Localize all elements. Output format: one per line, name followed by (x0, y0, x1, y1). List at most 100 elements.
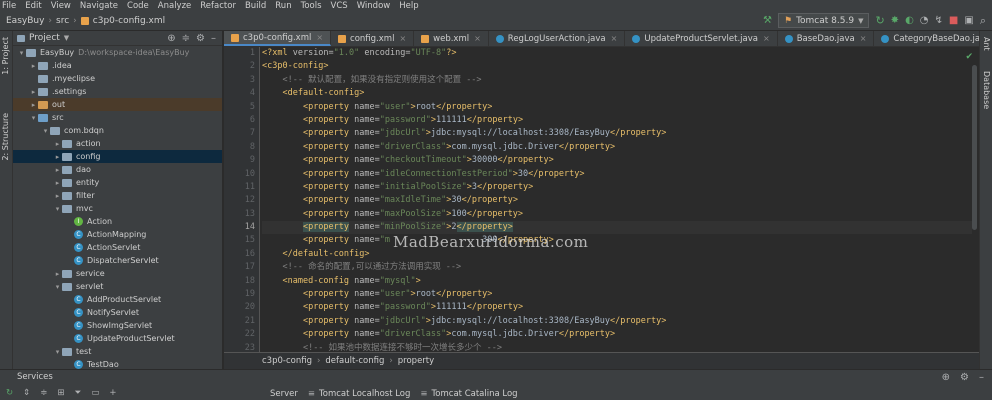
tree-item[interactable]: ▸ filter (13, 189, 222, 202)
chevron-right-icon[interactable]: ▸ (53, 166, 62, 174)
code-line[interactable]: <?xml version="1.0" encoding="UTF-8"?> (262, 47, 972, 60)
editor-tab[interactable]: web.xml × (414, 31, 489, 46)
line-number[interactable]: 8 (224, 141, 259, 154)
code-line[interactable]: <property name="idleConnectionTestPeriod… (262, 168, 972, 181)
locate-icon[interactable]: ⊕ (167, 33, 175, 44)
code-line[interactable]: <property name="checkoutTimeout">30000</… (262, 154, 972, 167)
rerun-icon[interactable]: ↻ (6, 388, 13, 398)
line-number[interactable]: 7 (224, 127, 259, 140)
menu-item-tools[interactable]: Tools (301, 1, 322, 11)
code-line[interactable]: <property name="maxIdleTime">30</propert… (262, 194, 972, 207)
menu-item-build[interactable]: Build (245, 1, 266, 11)
line-number[interactable]: 5 (224, 101, 259, 114)
crumb-project[interactable]: EasyBuy (6, 16, 44, 26)
code-line[interactable]: <property name="user">root</property> (262, 288, 972, 301)
line-number[interactable]: 6 (224, 114, 259, 127)
inspection-ok-icon[interactable]: ✔ (965, 52, 973, 62)
line-number[interactable]: 3 (224, 74, 259, 87)
tree-item[interactable]: ▾ src (13, 111, 222, 124)
line-number[interactable]: 13 (224, 208, 259, 221)
breadcrumb-property[interactable]: property (398, 356, 434, 366)
globe-icon[interactable]: ⊕ (942, 372, 950, 383)
code-line[interactable]: <property name="driverClass">com.mysql.j… (262, 141, 972, 154)
tree-item[interactable]: ▸ .idea (13, 59, 222, 72)
code-line[interactable]: <!-- 命名的配置,可以通过方法调用实现 --> (262, 261, 972, 274)
line-number[interactable]: 2 (224, 60, 259, 73)
close-icon[interactable]: × (474, 34, 481, 43)
vertical-scrollbar[interactable] (972, 65, 977, 230)
editor-tab[interactable]: c3p0-config.xml × (224, 31, 332, 46)
chevron-right-icon[interactable]: ▸ (53, 270, 62, 278)
line-number[interactable]: 16 (224, 248, 259, 261)
tree-item[interactable]: ▾ EasyBuy D:\workspace-idea\EasyBuy (13, 46, 222, 59)
chevron-right-icon[interactable]: ▸ (53, 153, 62, 161)
tab-tomcat-localhost-log[interactable]: ≡ Tomcat Localhost Log (308, 389, 411, 399)
tree-item[interactable]: ▾ mvc (13, 202, 222, 215)
tree-item[interactable]: C ShowImgServlet (13, 319, 222, 332)
code-line[interactable]: <c3p0-config> (262, 60, 972, 73)
chevron-right-icon[interactable]: ▸ (29, 101, 38, 109)
tree-item[interactable]: C DispatcherServlet (13, 254, 222, 267)
tree-item[interactable]: C NotifyServlet (13, 306, 222, 319)
code-line[interactable]: <named-config name="mysql"> (262, 275, 972, 288)
line-number[interactable]: 4 (224, 87, 259, 100)
project-structure-icon[interactable]: ▣ (964, 15, 973, 26)
coverage-icon[interactable]: ◐ (905, 15, 914, 26)
line-number[interactable]: 10 (224, 168, 259, 181)
stop-icon[interactable]: ■ (949, 15, 958, 26)
code-line[interactable]: <property name="m 300</property> (262, 234, 972, 247)
line-number[interactable]: 23 (224, 342, 259, 352)
hide-icon[interactable]: – (979, 372, 984, 383)
line-number[interactable]: 21 (224, 315, 259, 328)
tab-server[interactable]: Server (270, 389, 298, 399)
code-line[interactable]: <property name="initialPoolSize">3</prop… (262, 181, 972, 194)
tree-item[interactable]: ▸ entity (13, 176, 222, 189)
tree-item[interactable]: ▾ test (13, 345, 222, 358)
code-line[interactable]: <default-config> (262, 87, 972, 100)
close-icon[interactable]: × (316, 33, 323, 42)
menu-item-navigate[interactable]: Navigate (80, 1, 118, 11)
tree-item[interactable]: ▸ out (13, 98, 222, 111)
menu-item-run[interactable]: Run (275, 1, 291, 11)
tree-item[interactable]: C ActionServlet (13, 241, 222, 254)
editor-tab[interactable]: config.xml × (331, 31, 415, 46)
run-config-selector[interactable]: ⚑ Tomcat 8.5.9 ▼ (777, 13, 870, 28)
menu-item-vcs[interactable]: VCS (331, 1, 348, 11)
chevron-right-icon[interactable]: ▸ (29, 88, 38, 96)
tree-item[interactable]: I Action (13, 215, 222, 228)
breadcrumb-c3p0-config[interactable]: c3p0-config (262, 356, 312, 366)
menu-item-file[interactable]: File (2, 1, 16, 11)
chevron-down-icon[interactable]: ▾ (53, 348, 62, 356)
tree-item[interactable]: ▾ servlet (13, 280, 222, 293)
menu-item-window[interactable]: Window (357, 1, 391, 11)
tree-item[interactable]: ▸ dao (13, 163, 222, 176)
attach-icon[interactable]: ↯ (935, 15, 943, 26)
add-icon[interactable]: + (109, 388, 116, 398)
editor-tab[interactable]: CategoryBaseDao.java× (874, 31, 979, 46)
structure-tool-tab[interactable]: 2: Structure (1, 113, 10, 161)
code-line[interactable]: <property name="driverClass">com.mysql.j… (262, 328, 972, 341)
code-line[interactable]: <property name="password">111111</proper… (262, 301, 972, 314)
filter-icon[interactable]: ⏷ (75, 388, 82, 398)
collapse-all-icon[interactable]: ≑ (182, 33, 190, 44)
layout-icon[interactable]: ▭ (91, 388, 99, 398)
hide-icon[interactable]: – (211, 33, 216, 44)
services-title[interactable]: Services (17, 372, 53, 382)
chevron-down-icon[interactable]: ▾ (17, 49, 26, 57)
ant-tool-tab[interactable]: Ant (982, 37, 991, 51)
tab-tomcat-catalina-log[interactable]: ≡ Tomcat Catalina Log (420, 389, 517, 399)
close-icon[interactable]: × (763, 34, 770, 43)
search-icon[interactable]: ⌕ (980, 14, 986, 28)
code-line[interactable]: </default-config> (262, 248, 972, 261)
profile-icon[interactable]: ◔ (920, 15, 929, 26)
collapse-all-icon[interactable]: ≑ (40, 388, 47, 398)
chevron-down-icon[interactable]: ▾ (29, 114, 38, 122)
line-number[interactable]: 22 (224, 328, 259, 341)
crumb-file[interactable]: c3p0-config.xml (93, 16, 165, 26)
chevron-down-icon[interactable]: ▾ (53, 205, 62, 213)
line-number[interactable]: 11 (224, 181, 259, 194)
menu-item-edit[interactable]: Edit (25, 1, 41, 11)
line-number[interactable]: 17 (224, 261, 259, 274)
chevron-down-icon[interactable]: ▼ (64, 34, 69, 42)
rerun-icon[interactable]: ↻ (875, 14, 884, 27)
